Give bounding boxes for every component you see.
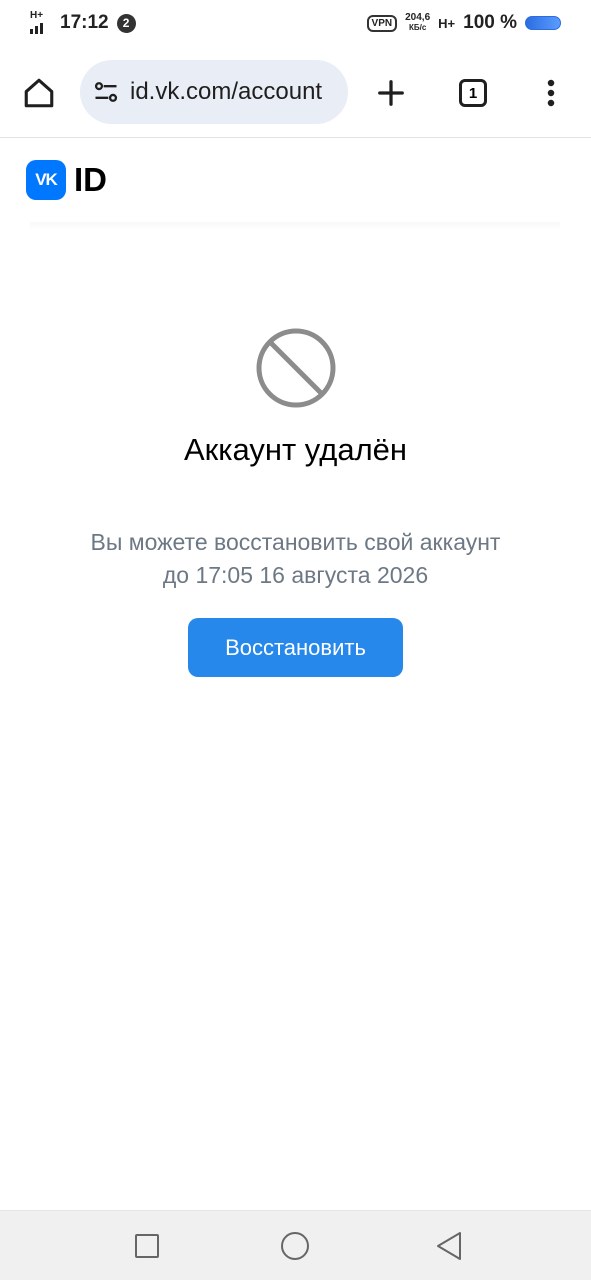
- status-right: VPN 204,6 КБ/с H+ 100 %: [366, 12, 561, 34]
- battery-percent: 100 %: [463, 12, 517, 33]
- back-triangle-icon: [437, 1232, 461, 1260]
- back-nav-button[interactable]: [433, 1230, 465, 1262]
- network-type-right: H+: [438, 15, 456, 31]
- battery-icon: [525, 16, 561, 30]
- description-line-2: до 17:05 16 августа 2026: [162, 562, 429, 588]
- speed-unit: КБ/с: [408, 23, 427, 32]
- recents-button[interactable]: [131, 1230, 163, 1262]
- vk-logo-text: VK: [35, 170, 58, 189]
- new-tab-button[interactable]: [370, 72, 412, 114]
- plus-icon: [378, 80, 404, 106]
- url-text[interactable]: id.vk.com/account: [130, 78, 322, 106]
- network-type-label: H+: [30, 10, 44, 21]
- status-left: H+ 17:12 2: [30, 10, 136, 34]
- system-nav-bar: [0, 1210, 591, 1280]
- circle-icon: [281, 1232, 309, 1260]
- restore-button[interactable]: Восстановить: [188, 618, 403, 677]
- home-button[interactable]: [18, 72, 60, 114]
- header-divider: [30, 222, 560, 230]
- speed-value: 204,6: [405, 12, 431, 23]
- status-bar: H+ 17:12 2 VPN 204,6 КБ/с H+ 100 %: [0, 0, 591, 46]
- address-bar[interactable]: id.vk.com/account: [80, 60, 348, 124]
- vk-id-header: VK ID: [26, 160, 107, 200]
- vk-logo-icon[interactable]: VK: [26, 160, 66, 200]
- site-settings-icon[interactable]: [92, 78, 120, 106]
- id-label: ID: [74, 161, 107, 198]
- restore-description: Вы можете восстановить свой аккаунт до 1…: [40, 526, 551, 592]
- square-icon: [135, 1234, 159, 1258]
- signal-icon: H+: [30, 10, 52, 34]
- home-icon: [24, 78, 54, 108]
- notification-count-badge: 2: [116, 13, 136, 33]
- status-time: 17:12: [60, 12, 109, 33]
- vpn-badge: VPN: [366, 14, 398, 32]
- toolbar-divider: [0, 137, 591, 138]
- blocked-icon: [256, 328, 336, 408]
- network-speed: 204,6 КБ/с: [405, 13, 430, 33]
- more-menu-button[interactable]: [530, 72, 572, 114]
- home-nav-button[interactable]: [279, 1230, 311, 1262]
- description-line-1: Вы можете восстановить свой аккаунт: [90, 529, 501, 555]
- more-vert-icon: [547, 79, 555, 107]
- tab-switcher-button[interactable]: 1: [452, 72, 494, 114]
- tab-count: 1: [459, 79, 487, 107]
- page-title: Аккаунт удалён: [183, 432, 408, 467]
- browser-toolbar: id.vk.com/account 1: [0, 58, 591, 126]
